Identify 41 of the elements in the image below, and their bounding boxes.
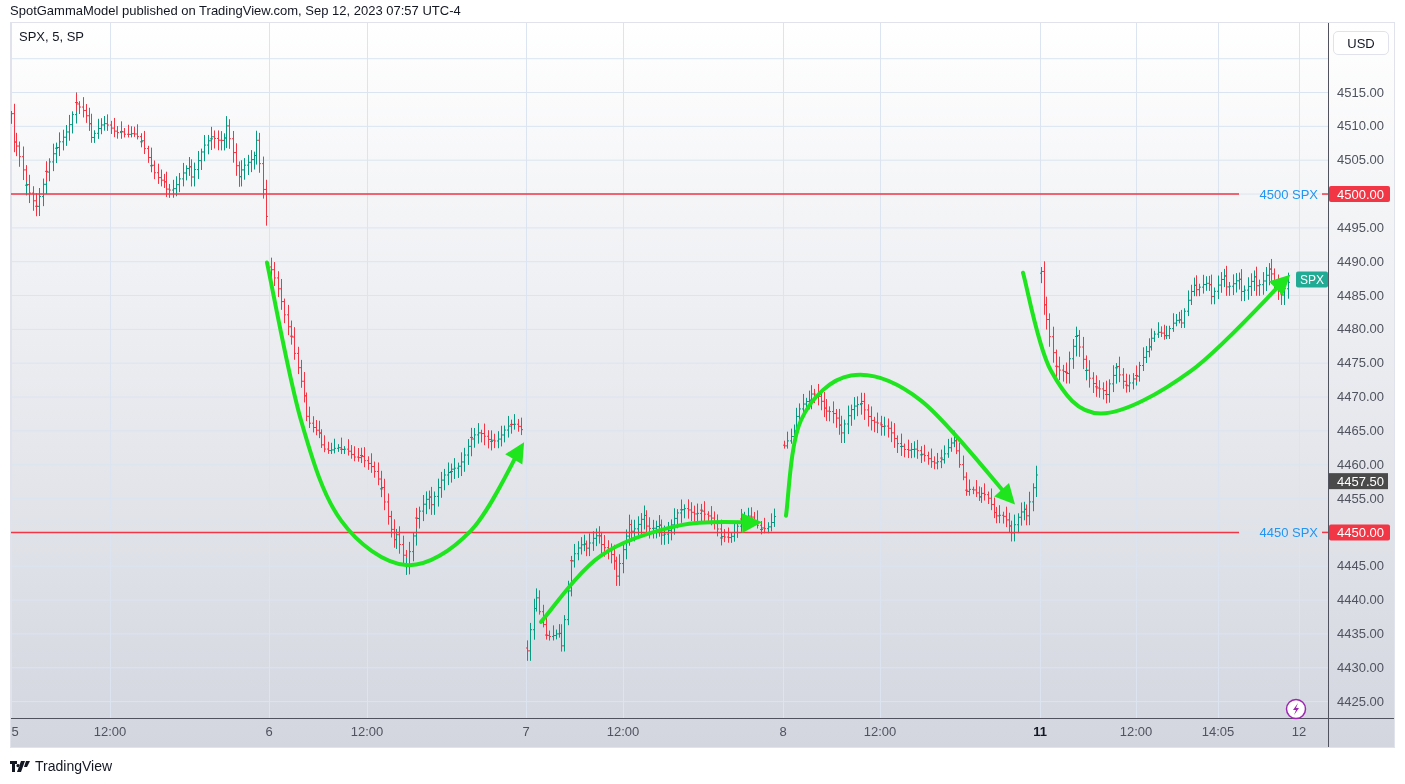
brand-name: TradingView	[35, 758, 113, 774]
price-tick: 4430.00	[1337, 659, 1384, 675]
time-tick: 7	[522, 724, 530, 739]
price-badge: 4500.00	[1329, 186, 1390, 203]
price-tick: 4470.00	[1337, 389, 1384, 405]
price-tick: 4465.00	[1337, 422, 1384, 438]
level-label: 4500 SPX	[1259, 186, 1318, 202]
time-tick: 6	[265, 724, 273, 739]
publish-info: SpotGammaModel published on TradingView.com, Sep 12, 2023 07:57 UTC-4	[10, 3, 461, 18]
time-tick: 11	[1033, 724, 1047, 739]
time-tick: 12:00	[606, 724, 640, 739]
price-tick: 4435.00	[1337, 625, 1384, 641]
symbol-legend: SPX, 5, SP	[19, 29, 85, 44]
time-tick: 5	[11, 724, 19, 739]
symbol-badge: SPX	[1296, 271, 1328, 288]
price-badge: 4450.00	[1329, 524, 1390, 541]
price-tick: 4445.00	[1337, 558, 1384, 574]
level-label: 4450 SPX	[1259, 524, 1318, 540]
lightning-icon[interactable]	[1285, 698, 1307, 720]
price-tick: 4455.00	[1337, 490, 1384, 506]
logo-icon	[10, 760, 30, 772]
price-tick: 4460.00	[1337, 456, 1384, 472]
price-tick: 4515.00	[1337, 84, 1384, 100]
price-tick: 4510.00	[1337, 118, 1384, 134]
time-tick: 12:00	[93, 724, 127, 739]
price-tick: 4425.00	[1337, 693, 1384, 709]
time-tick: 12:00	[863, 724, 897, 739]
price-tick: 4440.00	[1337, 592, 1384, 608]
price-tick: 4505.00	[1337, 152, 1384, 168]
currency-button[interactable]: USD	[1333, 31, 1389, 55]
time-tick: 12:00	[1119, 724, 1153, 739]
time-tick: 12	[1291, 724, 1307, 739]
price-tick: 4480.00	[1337, 321, 1384, 337]
time-tick: 14:05	[1201, 724, 1235, 739]
time-tick: 8	[779, 724, 787, 739]
time-tick: 12:00	[350, 724, 384, 739]
last-price-badge: 4457.50	[1329, 473, 1388, 490]
price-tick: 4485.00	[1337, 287, 1384, 303]
price-tick: 4495.00	[1337, 219, 1384, 235]
price-tick: 4475.00	[1337, 355, 1384, 371]
price-tick: 4490.00	[1337, 253, 1384, 269]
